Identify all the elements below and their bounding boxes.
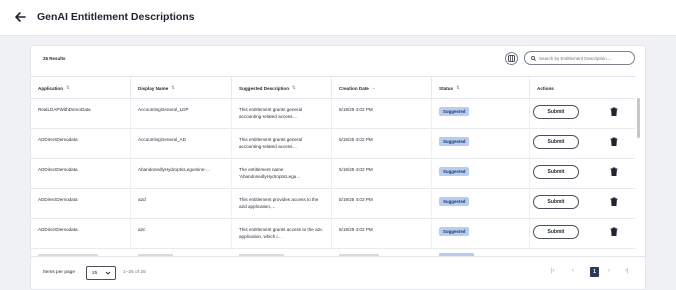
cell-display-name: AccountingGeneral_AD xyxy=(131,129,232,159)
cell-display-name: AbandonedlyHydropticLegumins-… xyxy=(131,159,232,189)
submit-button[interactable]: Submit xyxy=(533,165,579,179)
entitlements-table: Application ⇅ Display Name ⇅ Suggested Des… xyxy=(31,76,635,256)
trash-icon[interactable] xyxy=(610,227,618,236)
search-box[interactable] xyxy=(524,51,635,65)
sort-icon: ⇅ xyxy=(66,85,70,90)
items-per-page-select[interactable]: 25 xyxy=(86,266,116,280)
cell-application: ADDirectDemodata xyxy=(31,159,131,189)
trash-icon[interactable] xyxy=(610,107,618,116)
cell-display-name: a2c xyxy=(131,219,232,249)
arrow-left-icon[interactable] xyxy=(14,11,26,23)
cell-actions: Submit xyxy=(432,129,635,159)
page-range: 1–25 of 25 xyxy=(123,270,146,275)
trash-icon[interactable] xyxy=(610,167,618,176)
cell-application: ADDirectDemodata xyxy=(31,219,131,249)
table-row: ADDirectDemodata AbandonedlyHydropticLeg… xyxy=(31,159,635,189)
page-header: GenAI Entitlement Descriptions xyxy=(0,0,676,36)
column-header-display-name[interactable]: Display Name ⇅ xyxy=(131,77,232,99)
table-row: ADDirectDemodata a2d This entitlement pr… xyxy=(31,189,635,219)
cell-date: 5/19/25 4:02 PM xyxy=(332,159,432,189)
sort-icon: ⇅ xyxy=(292,85,296,90)
table-row-partial xyxy=(31,249,635,256)
submit-button[interactable]: Submit xyxy=(533,195,579,209)
submit-button[interactable]: Submit xyxy=(533,135,579,149)
column-header-creation-date[interactable]: Creation Date ⌄ xyxy=(332,77,432,99)
cell-display-name: a2d xyxy=(131,189,232,219)
search-input[interactable] xyxy=(539,55,633,61)
trash-icon[interactable] xyxy=(610,137,618,146)
cell-display-name: AccountingGeneral_LDP xyxy=(131,99,232,129)
sort-icon: ⌄ xyxy=(371,85,376,90)
chevron-down-icon xyxy=(105,271,111,275)
cell-actions: Submit xyxy=(432,189,635,219)
cell-description: The entitlement name 'AbandonedlyHydropt… xyxy=(232,159,332,189)
column-header-suggested-description[interactable]: Suggested Description ⇅ xyxy=(232,77,332,99)
trash-icon[interactable] xyxy=(610,197,618,206)
cell-description: This entitlement grants access to the a2… xyxy=(232,219,332,249)
first-page-icon[interactable]: |‹ xyxy=(551,268,555,274)
table-header: Application ⇅ Display Name ⇅ Suggested Des… xyxy=(31,77,635,99)
page-title: GenAI Entitlement Descriptions xyxy=(37,11,195,23)
column-settings-button[interactable] xyxy=(505,52,518,65)
cell-description: This entitlement grants general accounti… xyxy=(232,129,332,159)
cell-description: This entitlement grants general accounti… xyxy=(232,99,332,129)
current-page-button[interactable]: 1 xyxy=(590,267,599,277)
items-per-page-label: Items per page xyxy=(43,270,75,275)
search-icon xyxy=(531,55,536,61)
column-header-status[interactable]: Status ⇅ xyxy=(432,77,530,99)
cell-date: 5/19/25 4:02 PM xyxy=(332,219,432,249)
cell-actions: Submit xyxy=(432,99,635,129)
results-count: 25 Results xyxy=(43,56,66,61)
cell-actions: Submit xyxy=(432,219,635,249)
cell-date: 5/19/25 4:02 PM xyxy=(332,189,432,219)
cell-description: This entitlement provides access to the … xyxy=(232,189,332,219)
column-header-actions: Actions xyxy=(537,85,554,91)
cell-actions: Submit xyxy=(432,159,635,189)
sort-icon: ⇅ xyxy=(456,85,460,90)
cell-application: ADDirectDemodata xyxy=(31,189,131,219)
columns-icon xyxy=(508,55,515,62)
prev-page-icon[interactable]: ‹ xyxy=(572,268,574,274)
column-header-application[interactable]: Application ⇅ xyxy=(31,77,131,99)
sort-icon: ⇅ xyxy=(171,85,175,90)
cell-application: RealLDAPWithDemoData xyxy=(31,99,131,129)
results-card: 25 Results Application⇅ Display Name⇅ Su… xyxy=(30,45,646,290)
cell-date: 5/19/25 4:02 PM xyxy=(332,129,432,159)
cell-date: 5/19/25 4:02 PM xyxy=(332,99,432,129)
table-row: RealLDAPWithDemoData AccountingGeneral_L… xyxy=(31,99,635,129)
table-row: ADDirectDemodata a2c This entitlement gr… xyxy=(31,219,635,249)
next-page-icon[interactable]: › xyxy=(608,268,610,274)
pagination-footer: Items per page 25 1–25 of 25 |‹ ‹ 1 › ›| xyxy=(31,256,645,289)
submit-button[interactable]: Submit xyxy=(533,225,579,239)
table-scrollbar[interactable] xyxy=(637,98,640,138)
cell-application: ADDirectDemodata xyxy=(31,129,131,159)
submit-button[interactable]: Submit xyxy=(533,105,579,119)
last-page-icon[interactable]: ›| xyxy=(625,268,629,274)
table-row: ADDirectDemodata AccountingGeneral_AD Th… xyxy=(31,129,635,159)
